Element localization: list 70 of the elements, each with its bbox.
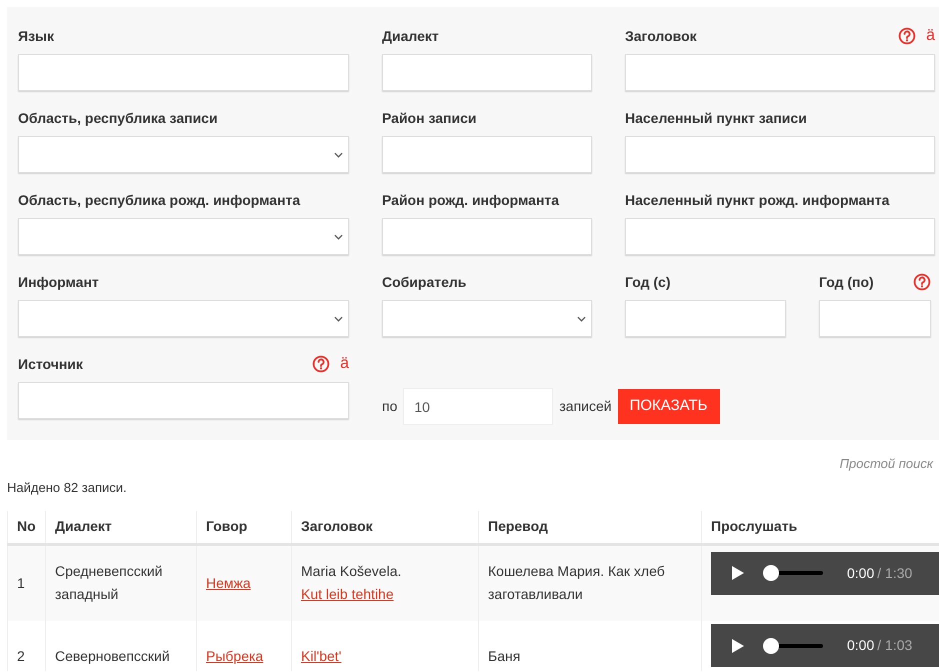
show-button[interactable]: ПОКАЗАТЬ [618,389,720,424]
play-button[interactable] [731,638,745,654]
column-header: Диалект [46,511,196,544]
seek-slider[interactable] [763,565,823,581]
select-field[interactable] [18,218,349,255]
column-header: Перевод [478,511,702,544]
table-cell: Средневепсский западный [55,563,162,602]
field-label: Год (с) [625,272,672,292]
input-field[interactable] [18,54,349,91]
table-cell: 1 [17,574,25,591]
table-cell: Баня [488,648,520,664]
help-icon[interactable] [312,355,330,373]
special-char-button[interactable]: ä [926,28,935,44]
field-label: Заголовок [625,26,698,46]
field-label: Область, республика записи [18,108,219,128]
subdialect-link[interactable]: Немжа [206,574,251,591]
table-cell: Кошелева Мария. Как хлеб заготавливали [488,563,665,602]
field-label: Район записи [382,108,478,128]
special-char-button[interactable]: ä [340,356,349,372]
column-header: No [8,511,46,544]
per-page-label: по [382,397,398,416]
chevron-down-icon [577,316,586,322]
duration-time: / 1:30 [877,564,912,580]
seek-slider[interactable] [763,638,823,654]
column-header: Прослушать [702,511,939,544]
input-field[interactable] [382,54,592,91]
field-label: Населенный пункт рожд. информанта [625,190,890,210]
input-field[interactable] [625,218,935,255]
column-header: Говор [196,511,292,544]
title-link[interactable]: Kut leib tehtihe [301,586,394,602]
input-field[interactable] [382,136,592,173]
field-label: Область, республика рожд. информанта [18,190,302,210]
simple-search-link[interactable]: Простой поиск [840,454,933,474]
chevron-down-icon [334,152,343,158]
input-field[interactable] [819,300,931,337]
table-cell: 2 [17,648,25,664]
select-field[interactable] [18,300,349,337]
field-label: Информант [18,272,100,292]
select-field[interactable] [18,136,349,173]
input-field[interactable] [18,382,349,419]
slider-thumb[interactable] [763,565,779,581]
table-cell: Северновепсский [55,648,170,664]
field-label: Год (по) [819,272,875,292]
field-label: Язык [18,26,55,46]
subdialect-link[interactable]: Рыбрека [206,648,264,664]
field-label: Источник [18,354,84,374]
field-label: Собиратель [382,272,468,292]
help-icon[interactable] [898,27,916,45]
current-time: 0:00 [847,637,874,653]
title-text: Maria Koševela. [301,562,402,582]
select-field[interactable] [382,300,592,337]
per-page-field[interactable]: 10 [403,388,554,425]
field-label: Район рожд. информанта [382,190,560,210]
title-link[interactable]: Kil'bet' [301,648,342,664]
per-page-label: записей [559,397,612,416]
chevron-down-icon [334,316,343,322]
help-icon[interactable] [913,273,931,291]
input-field[interactable] [382,218,592,255]
chevron-down-icon [334,234,343,240]
column-header: Заголовок [292,511,478,544]
input-field[interactable] [625,136,935,173]
field-label: Населенный пункт записи [625,108,808,128]
field-label: Диалект [382,26,440,46]
input-field[interactable] [625,300,786,337]
current-time: 0:00 [847,564,874,580]
duration-time: / 1:03 [877,637,912,653]
play-button[interactable] [731,565,745,581]
results-count: Найдено 82 записи. [7,478,128,497]
input-field[interactable] [625,54,935,91]
slider-thumb[interactable] [763,638,779,654]
